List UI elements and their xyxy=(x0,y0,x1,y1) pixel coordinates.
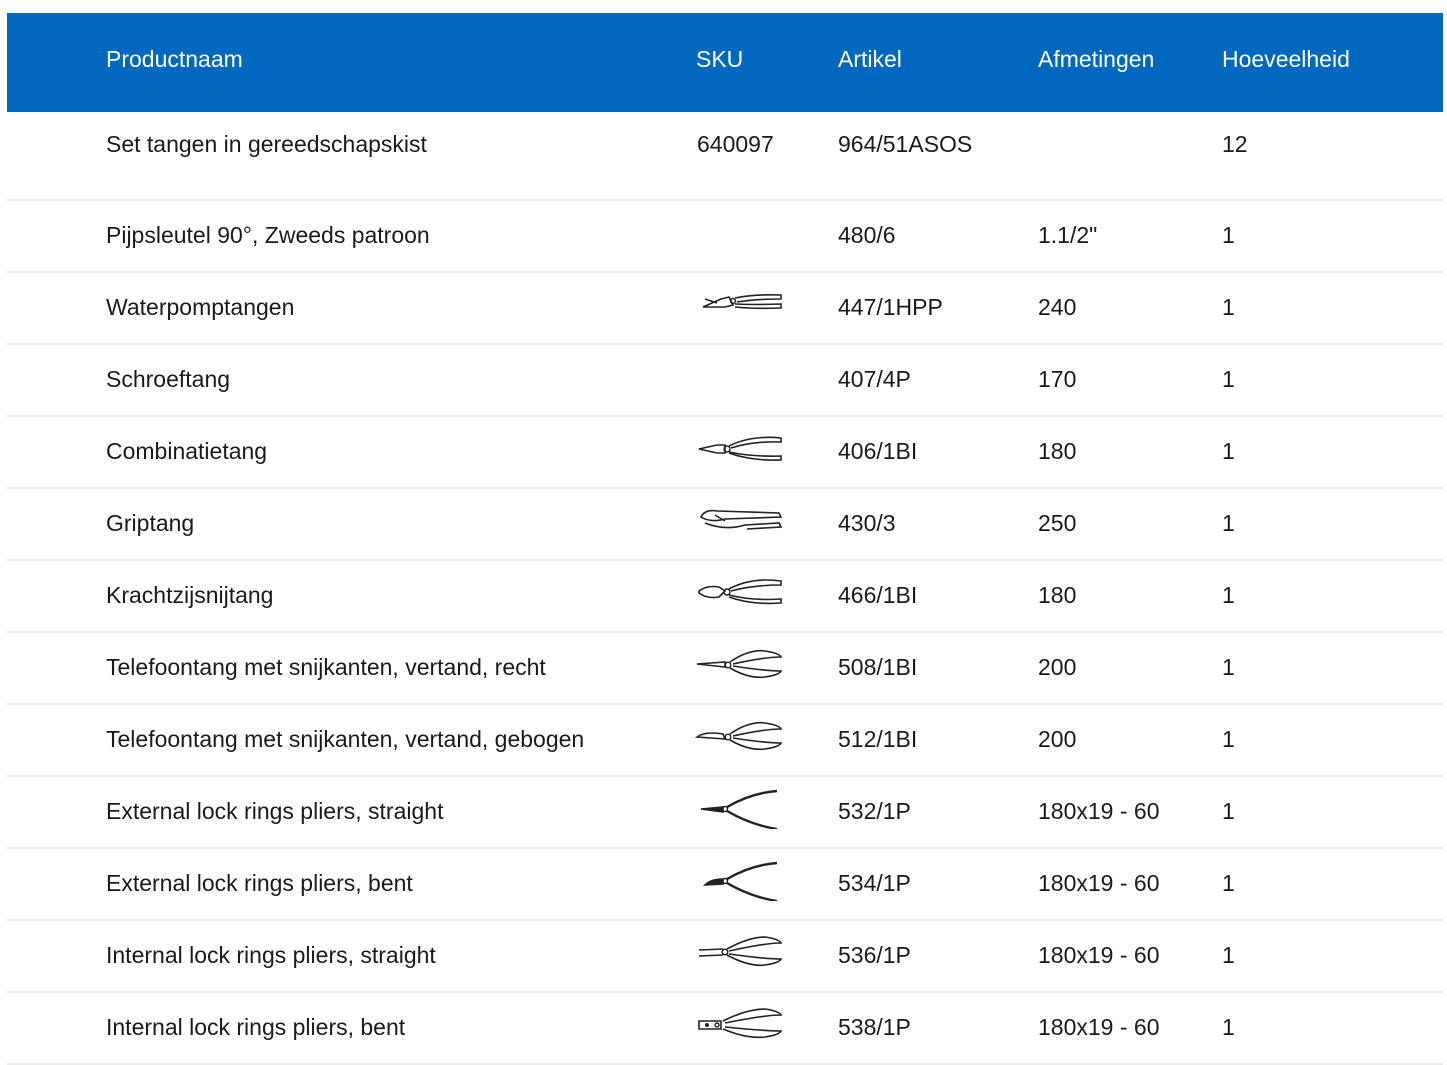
side-cutter-icon xyxy=(695,573,783,613)
table-row: Pijpsleutel 90°, Zweeds patroon 480/6 1.1/… xyxy=(7,201,1443,273)
bent-nose-pliers-icon xyxy=(695,717,783,757)
table-header: Productnaam SKU Artikel Afmetingen Hoeve… xyxy=(7,13,1443,112)
product-name: External lock rings pliers, straight xyxy=(106,798,444,824)
quantity-value: 1 xyxy=(1222,942,1235,968)
dimensions-value: 200 xyxy=(1038,654,1077,680)
article-number: 534/1P xyxy=(838,870,911,896)
table-row: Krachtzijsnijtang 466/1BI 180 1 xyxy=(7,561,1443,633)
quantity-value: 1 xyxy=(1222,438,1235,464)
product-name: External lock rings pliers, bent xyxy=(106,870,413,896)
combination-pliers-icon xyxy=(695,429,783,469)
quantity-value: 1 xyxy=(1222,366,1235,392)
article-number: 532/1P xyxy=(838,798,911,824)
dimensions-value: 180x19 - 60 xyxy=(1038,798,1160,824)
locking-pliers-icon xyxy=(695,501,783,541)
column-header-name: Productnaam xyxy=(106,46,243,72)
internal-circlip-pliers-icon xyxy=(695,933,783,973)
quantity-value: 1 xyxy=(1222,294,1235,320)
table-row: Waterpomptangen 447/1HPP 240 1 xyxy=(7,273,1443,345)
product-name: Waterpomptangen xyxy=(106,294,295,320)
table-row: Internal lock rings pliers, bent 538/1P 18… xyxy=(7,993,1443,1065)
quantity-value: 1 xyxy=(1222,870,1235,896)
quantity-value: 1 xyxy=(1222,798,1235,824)
table-row: Telefoontang met snijkanten, vertand, re… xyxy=(7,633,1443,705)
product-name: Krachtzijsnijtang xyxy=(106,582,274,608)
article-number: 466/1BI xyxy=(838,582,918,608)
product-name: Telefoontang met snijkanten, vertand, re… xyxy=(106,654,546,680)
article-number: 406/1BI xyxy=(838,438,918,464)
table-row: External lock rings pliers, bent 534/1P 18… xyxy=(7,849,1443,921)
dimensions-value: 180x19 - 60 xyxy=(1038,942,1160,968)
quantity-value: 1 xyxy=(1222,510,1235,536)
product-name: Pijpsleutel 90°, Zweeds patroon xyxy=(106,222,430,248)
table-row: Set tangen in gereedschapskist 640097 964/… xyxy=(7,112,1443,201)
table-body: Set tangen in gereedschapskist 640097 964/… xyxy=(7,112,1443,1065)
product-name: Internal lock rings pliers, straight xyxy=(106,942,436,968)
product-name: Schroeftang xyxy=(106,366,231,392)
dimensions-value: 180 xyxy=(1038,438,1077,464)
column-header-quantity: Hoeveelheid xyxy=(1222,46,1350,72)
article-number: 407/4P xyxy=(838,366,911,392)
long-nose-pliers-icon xyxy=(695,645,783,685)
quantity-value: 1 xyxy=(1222,582,1235,608)
article-number: 430/3 xyxy=(838,510,896,536)
table-row: Combinatietang 406/1BI 180 1 xyxy=(7,417,1443,489)
external-circlip-bent-pliers-icon xyxy=(695,861,783,901)
product-name: Set tangen in gereedschapskist xyxy=(106,131,427,157)
dimensions-value: 240 xyxy=(1038,294,1077,320)
column-header-article: Artikel xyxy=(838,46,902,72)
table-row: Schroeftang 407/4P 170 1 xyxy=(7,345,1443,417)
product-name: Griptang xyxy=(106,510,195,536)
dimensions-value: 250 xyxy=(1038,510,1077,536)
article-number: 536/1P xyxy=(838,942,911,968)
product-table: Productnaam SKU Artikel Afmetingen Hoeve… xyxy=(7,13,1443,1065)
dimensions-value: 180x19 - 60 xyxy=(1038,870,1160,896)
internal-circlip-bent-pliers-icon xyxy=(695,1005,783,1045)
dimensions-value: 180 xyxy=(1038,582,1077,608)
quantity-value: 1 xyxy=(1222,654,1235,680)
column-header-sku: SKU xyxy=(696,46,744,72)
article-number: 508/1BI xyxy=(838,654,918,680)
dimensions-value: 1.1/2" xyxy=(1038,222,1098,248)
table-row: External lock rings pliers, straight 532/… xyxy=(7,777,1443,849)
water-pump-pliers-icon xyxy=(695,285,783,325)
dimensions-value: 170 xyxy=(1038,366,1077,392)
external-circlip-pliers-icon xyxy=(695,789,783,829)
article-number: 480/6 xyxy=(838,222,896,248)
article-number: 512/1BI xyxy=(838,726,918,752)
table-row: Telefoontang met snijkanten, vertand, ge… xyxy=(7,705,1443,777)
article-number: 447/1HPP xyxy=(838,294,943,320)
product-name: Telefoontang met snijkanten, vertand, ge… xyxy=(106,726,585,752)
article-number: 964/51ASOS xyxy=(838,131,973,157)
product-name: Combinatietang xyxy=(106,438,268,464)
quantity-value: 1 xyxy=(1222,726,1235,752)
sku-value: 640097 xyxy=(697,131,774,157)
quantity-value: 12 xyxy=(1222,131,1248,157)
table-row: Internal lock rings pliers, straight 536/… xyxy=(7,921,1443,993)
dimensions-value: 200 xyxy=(1038,726,1077,752)
column-header-dimensions: Afmetingen xyxy=(1038,46,1155,72)
quantity-value: 1 xyxy=(1222,222,1235,248)
table-row: Griptang 430/3 250 1 xyxy=(7,489,1443,561)
